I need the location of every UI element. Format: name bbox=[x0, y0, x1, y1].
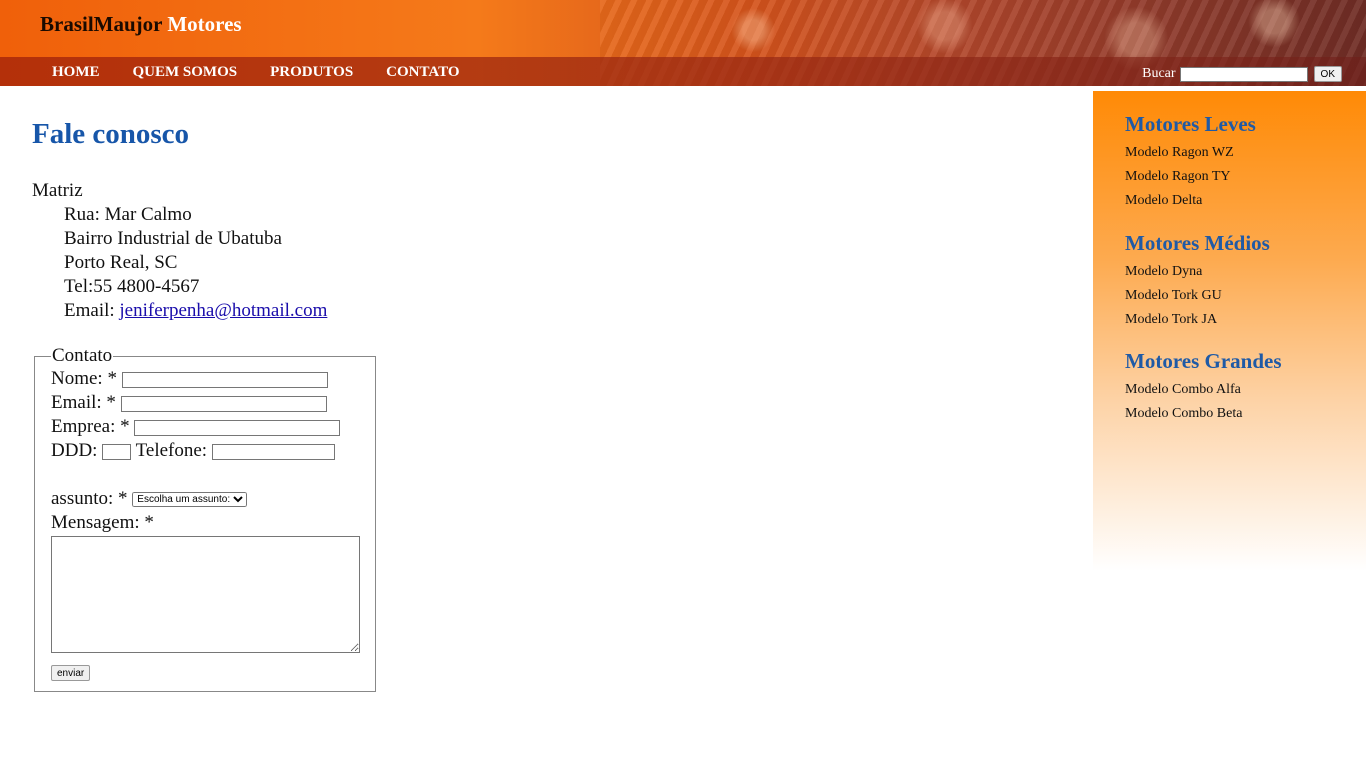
nav-produtos[interactable]: PRODUTOS bbox=[270, 64, 353, 81]
assunto-row: assunto: * Escolha um assunto: bbox=[51, 487, 375, 511]
nome-label: Nome: * bbox=[51, 368, 117, 389]
email-label: Email: bbox=[64, 300, 120, 321]
telefone-input[interactable] bbox=[211, 443, 335, 460]
nav-home[interactable]: HOME bbox=[52, 64, 100, 81]
contact-form: Contato Nome: * Email: * Emprea: * DDD: … bbox=[34, 345, 376, 692]
main-content: Fale conosco Matriz Rua: Mar Calmo Bairr… bbox=[32, 100, 1052, 692]
address-street: Rua: Mar Calmo bbox=[64, 204, 192, 225]
site-header: BrasilMaujor Motores HOME QUEM SOMOS PRO… bbox=[0, 0, 1366, 86]
enviar-button[interactable]: enviar bbox=[51, 665, 91, 681]
address-heading: Matriz bbox=[32, 180, 83, 201]
address-city: Porto Real, SC bbox=[64, 252, 178, 273]
assunto-label: assunto: * bbox=[51, 488, 128, 509]
sidebar-group-leves: Motores Leves Modelo Ragon WZ Modelo Rag… bbox=[1125, 112, 1256, 213]
telefone-row: DDD: Telefone: bbox=[51, 439, 375, 463]
sidebar-item[interactable]: Modelo Tork JA bbox=[1125, 308, 1270, 332]
sidebar: Motores Leves Modelo Ragon WZ Modelo Rag… bbox=[1093, 91, 1366, 571]
search-input[interactable] bbox=[1179, 66, 1308, 82]
sidebar-item[interactable]: Modelo Tork GU bbox=[1125, 284, 1270, 308]
mensagem-textarea[interactable] bbox=[51, 536, 360, 653]
assunto-select[interactable]: Escolha um assunto: bbox=[132, 492, 248, 508]
empresa-row: Emprea: * bbox=[51, 415, 375, 439]
sidebar-item[interactable]: Modelo Ragon TY bbox=[1125, 165, 1256, 189]
address-email-row: Email: jeniferpenha@hotmail.com bbox=[32, 299, 1052, 323]
form-legend: Contato bbox=[52, 345, 113, 366]
sidebar-group-medios: Motores Médios Modelo Dyna Modelo Tork G… bbox=[1125, 231, 1270, 332]
email-field-label: Email: * bbox=[51, 392, 116, 413]
search-label: Bucar bbox=[1142, 66, 1176, 81]
email-link[interactable]: jeniferpenha@hotmail.com bbox=[119, 300, 327, 321]
telefone-label: Telefone: bbox=[135, 440, 208, 461]
brand-name-part1: BrasilMaujor bbox=[40, 12, 163, 36]
sidebar-item[interactable]: Modelo Combo Alfa bbox=[1125, 378, 1282, 402]
ddd-input[interactable] bbox=[102, 443, 132, 460]
address-district: Bairro Industrial de Ubatuba bbox=[64, 228, 282, 249]
nome-row: Nome: * bbox=[51, 367, 375, 391]
address-phone: Tel:55 4800-4567 bbox=[64, 276, 200, 297]
site-logo[interactable]: BrasilMaujor Motores bbox=[40, 12, 242, 37]
mensagem-label: Mensagem: * bbox=[51, 512, 154, 533]
sidebar-heading: Motores Leves bbox=[1125, 112, 1256, 136]
sidebar-item[interactable]: Modelo Delta bbox=[1125, 189, 1256, 213]
mensagem-row: Mensagem: * bbox=[51, 511, 375, 535]
sidebar-item[interactable]: Modelo Dyna bbox=[1125, 260, 1270, 284]
search-box: Bucar OK bbox=[1142, 66, 1342, 82]
nome-input[interactable] bbox=[121, 371, 328, 388]
nav-quem-somos[interactable]: QUEM SOMOS bbox=[133, 64, 238, 81]
email-row: Email: * bbox=[51, 391, 375, 415]
sidebar-heading: Motores Médios bbox=[1125, 231, 1270, 255]
ddd-label: DDD: bbox=[51, 440, 98, 461]
page-title: Fale conosco bbox=[32, 118, 190, 150]
sidebar-heading: Motores Grandes bbox=[1125, 349, 1282, 373]
address-block: Matriz Rua: Mar Calmo Bairro Industrial … bbox=[32, 179, 1052, 323]
search-ok-button[interactable]: OK bbox=[1313, 66, 1342, 82]
brand-name-part2: Motores bbox=[167, 12, 242, 36]
nav-contato[interactable]: CONTATO bbox=[386, 64, 459, 81]
sidebar-item[interactable]: Modelo Ragon WZ bbox=[1125, 141, 1256, 165]
email-input[interactable] bbox=[120, 395, 327, 412]
sidebar-item[interactable]: Modelo Combo Beta bbox=[1125, 402, 1282, 426]
empresa-input[interactable] bbox=[134, 419, 341, 436]
main-nav: HOME QUEM SOMOS PRODUTOS CONTATO bbox=[52, 64, 460, 81]
empresa-label: Emprea: * bbox=[51, 416, 130, 437]
sidebar-group-grandes: Motores Grandes Modelo Combo Alfa Modelo… bbox=[1125, 349, 1282, 426]
